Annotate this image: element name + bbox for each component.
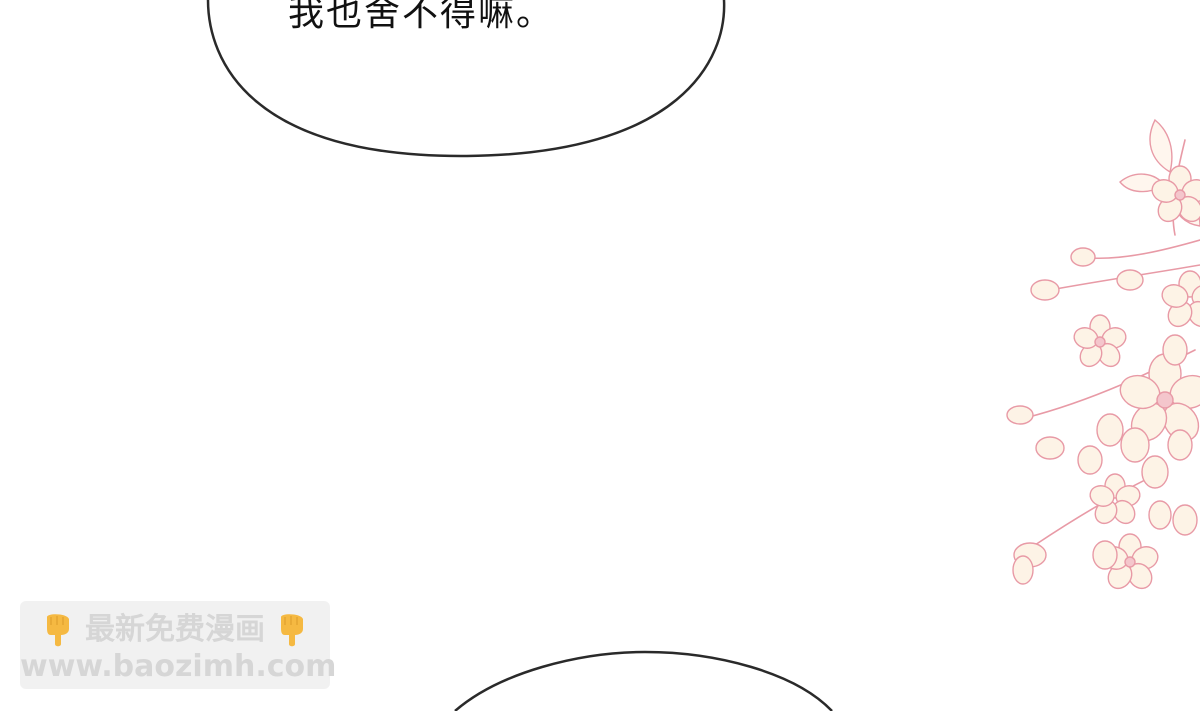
watermark-url: www.baozimh.com	[20, 649, 337, 684]
cherry-blossom-illustration	[1006, 118, 1200, 590]
watermark-title: 最新免费漫画	[85, 612, 265, 647]
pointing-down-hand-icon	[46, 614, 69, 647]
pointing-down-hand-icon	[281, 614, 304, 647]
comic-panel: 我也舍不得嘛。 最新免费漫画 www.baozimh.com	[0, 0, 1200, 711]
watermark-title-line: 最新免费漫画	[20, 611, 330, 649]
site-watermark: 最新免费漫画 www.baozimh.com	[20, 601, 337, 689]
